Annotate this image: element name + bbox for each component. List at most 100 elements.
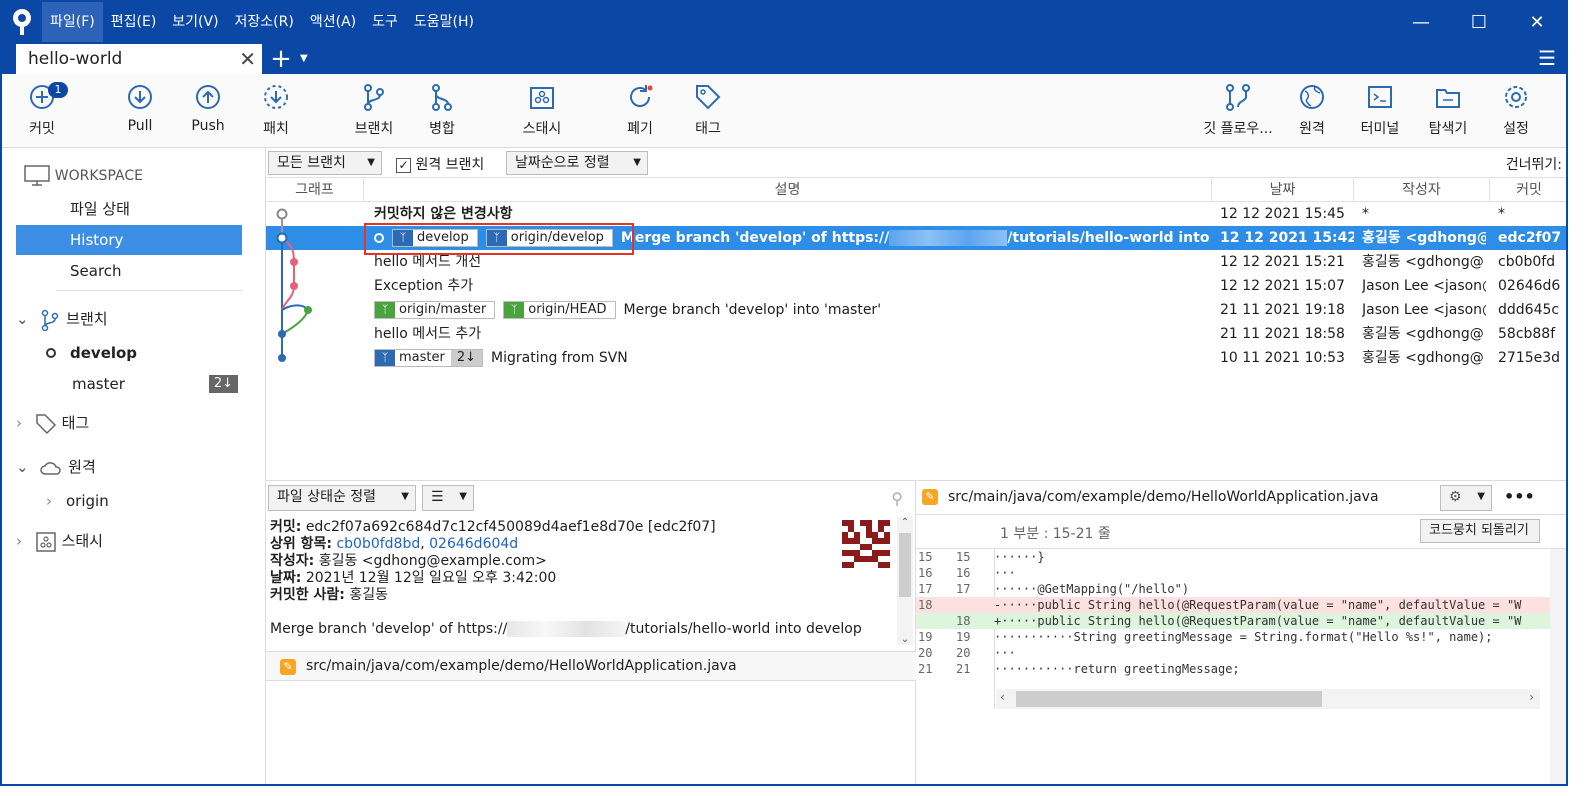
branch-button[interactable]: 브랜치: [338, 82, 410, 138]
branch-tag-origin-master[interactable]: ᛉ origin/master: [374, 301, 496, 319]
col-author[interactable]: 작성자: [1354, 178, 1490, 202]
menu-help[interactable]: 도움말(H): [406, 2, 482, 42]
sidebar-item-history[interactable]: History: [16, 225, 242, 255]
checkbox-checked-icon[interactable]: ✓: [396, 157, 411, 173]
sidebar-item-file-status[interactable]: 파일 상태: [16, 194, 242, 224]
sort-order-select[interactable]: 날짜순으로 정렬 ▼: [506, 151, 648, 175]
minimize-icon[interactable]: —: [1392, 2, 1450, 42]
col-commit[interactable]: 커밋: [1490, 178, 1566, 202]
changed-file-row[interactable]: ✎ src/main/java/com/example/demo/HelloWo…: [266, 651, 916, 681]
merge-icon: [432, 84, 452, 111]
scroll-up-icon[interactable]: ⌃: [897, 517, 913, 528]
stash-header-label: 스태시: [61, 532, 103, 550]
hamburger-menu-icon[interactable]: ☰: [1538, 46, 1556, 70]
terminal-label: 터미널: [1360, 121, 1400, 137]
sidebar-item-develop[interactable]: develop: [16, 338, 242, 368]
branches-header[interactable]: ⌄ 브랜치: [16, 304, 242, 334]
branch-tag-origin-head[interactable]: ᛉ origin/HEAD: [503, 301, 616, 319]
new-line-number: 17: [956, 582, 971, 596]
branch-tag-master[interactable]: ᛉ master 2↓: [374, 349, 484, 367]
file-sort-select[interactable]: 파일 상태순 정렬 ▼: [268, 485, 416, 511]
scroll-right-icon[interactable]: ›: [1529, 690, 1534, 704]
sidebar-item-origin[interactable]: › origin: [16, 486, 242, 516]
commit-button[interactable]: 1 커밋: [6, 82, 78, 138]
scroll-down-icon[interactable]: ⌄: [897, 634, 913, 645]
repo-tab[interactable]: hello-world ✕: [16, 44, 262, 74]
explorer-button[interactable]: 탐색기: [1412, 82, 1484, 138]
remote-button[interactable]: 원격: [1276, 82, 1348, 138]
settings-button[interactable]: 설정: [1480, 82, 1552, 138]
sidebar-item-master[interactable]: master 2↓: [16, 369, 242, 399]
diff-code: 15 15 ······} 16 16 ··· 17 17 ······@GetMappin…: [916, 549, 1556, 689]
parent-link[interactable]: cb0b0fd8bd: [336, 536, 420, 552]
revert-hunk-button[interactable]: 코드뭉치 되돌리기: [1420, 519, 1540, 543]
remote-branches-toggle[interactable]: ✓ 원격 브랜치: [396, 154, 484, 174]
col-date[interactable]: 날짜: [1212, 178, 1354, 202]
gitflow-button[interactable]: 깃 플로우...: [1194, 82, 1282, 138]
scroll-thumb[interactable]: [899, 533, 911, 597]
commit-date: 21 11 2021 18:58: [1220, 326, 1345, 342]
search-icon[interactable]: ⚲: [891, 489, 903, 508]
diff-file-path: src/main/java/com/example/demo/HelloWorl…: [948, 489, 1379, 505]
stash-button[interactable]: 스태시: [506, 82, 578, 138]
new-tab-icon[interactable]: +: [262, 44, 300, 74]
push-button[interactable]: Push: [172, 82, 244, 134]
pull-button[interactable]: Pull: [104, 82, 176, 134]
commit-row[interactable]: ᛉ master 2↓ Migrating from SVN 10 11 2021 1…: [266, 346, 1566, 370]
scroll-left-icon[interactable]: ‹: [1000, 690, 1005, 704]
sidebar-item-search[interactable]: Search: [16, 256, 242, 286]
push-icon: [196, 85, 220, 109]
menu-view[interactable]: 보기(V): [164, 2, 226, 42]
graph-node-uncommitted: [276, 208, 288, 220]
fetch-button[interactable]: 패치: [240, 82, 312, 138]
more-options-icon[interactable]: •••: [1504, 487, 1535, 506]
tab-list-chevron-icon[interactable]: ▼: [300, 44, 320, 74]
workspace-header: WORKSPACE: [24, 160, 250, 190]
remotes-header[interactable]: ⌄ 원격: [16, 452, 242, 482]
menu-actions[interactable]: 액션(A): [302, 2, 364, 42]
commit-id-value: edc2f07a692c684d7c12cf450089d4aef1e8d70e…: [305, 519, 716, 535]
merge-button[interactable]: 병합: [406, 82, 478, 138]
diff-horizontal-scrollbar[interactable]: ‹ ›: [996, 689, 1540, 709]
menu-edit[interactable]: 편집(E): [103, 2, 165, 42]
commit-desc: ᛉ origin/master ᛉ origin/HEAD Merge branch '…: [374, 298, 1212, 322]
menu-file[interactable]: 파일(F): [42, 2, 103, 42]
branch-icon: ᛉ: [504, 302, 525, 318]
discard-icon: [630, 85, 653, 107]
diff-line-text: ······@GetMapping("/hello"): [994, 582, 1190, 596]
menu-tools[interactable]: 도구: [364, 2, 406, 42]
scroll-thumb[interactable]: [1016, 691, 1322, 707]
tag-button[interactable]: 태그: [672, 82, 744, 138]
discard-label: 폐기: [627, 121, 653, 137]
tags-header[interactable]: › 태그: [16, 408, 242, 438]
close-tab-icon[interactable]: ✕: [239, 47, 256, 71]
branch-icon: ᛉ: [375, 302, 395, 318]
current-branch-icon: [46, 348, 56, 358]
menu-repository[interactable]: 저장소(R): [227, 2, 302, 42]
changed-file-path: src/main/java/com/example/demo/HelloWorl…: [306, 658, 737, 674]
maximize-icon[interactable]: ☐: [1450, 2, 1508, 42]
chevron-down-icon: ⌄: [16, 458, 29, 476]
diff-options-select[interactable]: ⚙ ▼: [1440, 485, 1492, 511]
commit-id-label: 커밋:: [270, 519, 302, 535]
diff-vertical-scrollbar[interactable]: [1550, 549, 1566, 784]
branch-filter-select[interactable]: 모든 브랜치 ▼: [268, 151, 382, 175]
discard-button[interactable]: 폐기: [604, 82, 676, 138]
commit-author: 홍길동 <gdhong@: [1362, 326, 1484, 342]
close-window-icon[interactable]: ✕: [1508, 2, 1566, 42]
commit-row[interactable]: ᛉ origin/master ᛉ origin/HEAD Merge branch '…: [266, 298, 1566, 322]
col-description[interactable]: 설명: [364, 178, 1212, 202]
gitflow-icon: [1226, 84, 1250, 111]
commit-row[interactable]: Exception 추가 12 12 2021 15:07 Jason Lee …: [266, 274, 1566, 298]
stash-header[interactable]: › 스태시: [16, 526, 242, 556]
diff-line-text: -·····public String hello(@RequestParam(…: [994, 598, 1522, 612]
terminal-button[interactable]: 터미널: [1344, 82, 1416, 138]
details-scrollbar[interactable]: ⌃ ⌄: [897, 517, 913, 645]
branch-label: 브랜치: [354, 121, 394, 137]
parent-link[interactable]: 02646d604d: [429, 536, 518, 552]
commit-row[interactable]: hello 메서드 추가 21 11 2021 18:58 홍길동 <gdhon…: [266, 322, 1566, 346]
view-mode-select[interactable]: ☰ ▼: [422, 485, 474, 511]
commit-hash: 02646d6: [1498, 278, 1561, 294]
highlight-box: [364, 223, 634, 255]
col-graph[interactable]: 그래프: [266, 178, 364, 202]
